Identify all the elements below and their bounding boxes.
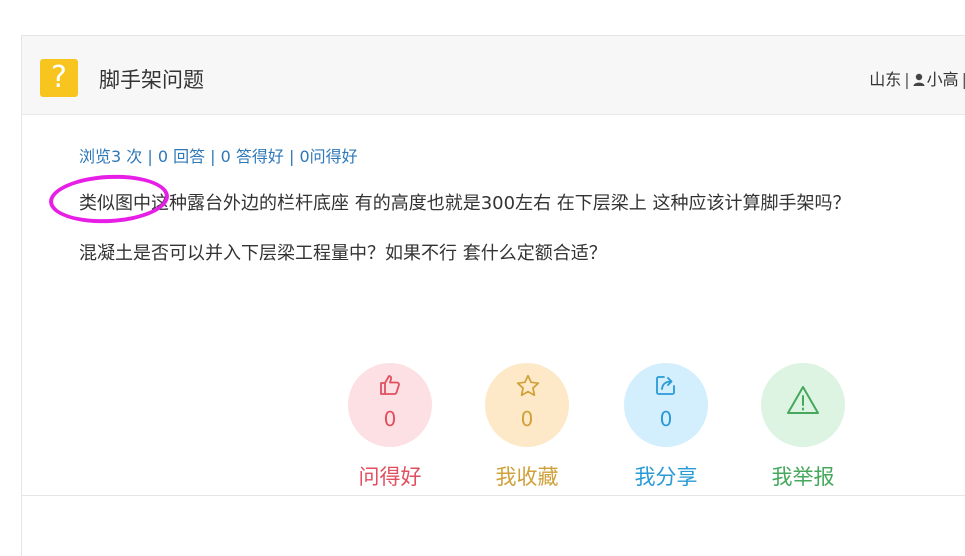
like-count: 0: [383, 407, 397, 431]
like-disc: 0: [348, 363, 432, 447]
separator: |: [961, 70, 965, 89]
question-title: 脚手架问题: [99, 68, 204, 92]
question-card: ? 脚手架问题 山东 | 小高 | 浏览3 次 | 0 回答 | 0 答得好 | 0问…: [21, 35, 965, 556]
question-body-line: 类似图中这种露台外边的栏杆底座 有的高度也就是300左右 在下层梁上 这种应该计…: [79, 193, 851, 214]
favorite-button[interactable]: 0 我收藏: [484, 363, 570, 491]
question-body-line: 混凝土是否可以并入下层梁工程量中？如果不行 套什么定额合适？: [79, 243, 607, 264]
question-icon: ?: [40, 59, 78, 97]
like-label: 问得好: [358, 465, 422, 489]
like-question-button[interactable]: 0 问得好: [347, 363, 433, 491]
location-link[interactable]: 山东: [869, 70, 901, 89]
question-header: ? 脚手架问题 山东 | 小高 |: [22, 36, 965, 115]
thumbs-up-icon: [378, 373, 402, 401]
share-disc: 0: [624, 363, 708, 447]
favorite-label: 我收藏: [495, 465, 559, 489]
share-label: 我分享: [634, 465, 698, 489]
share-button[interactable]: 0 我分享: [623, 363, 709, 491]
annotation-ellipse: [47, 171, 171, 227]
question-stats: 浏览3 次 | 0 回答 | 0 答得好 | 0问得好: [79, 147, 358, 166]
report-label: 我举报: [771, 465, 835, 489]
share-count: 0: [659, 407, 673, 431]
user-info: 山东 | 小高 |: [869, 66, 965, 90]
warning-icon: [786, 384, 820, 420]
favorite-disc: 0: [485, 363, 569, 447]
star-icon: [515, 373, 541, 403]
divider: [22, 495, 965, 496]
user-icon: [913, 71, 925, 90]
favorite-count: 0: [520, 407, 534, 431]
report-disc: [761, 363, 845, 447]
share-icon: [654, 373, 678, 401]
username-link[interactable]: 小高: [927, 70, 959, 89]
report-button[interactable]: 我举报: [760, 363, 846, 491]
separator: |: [904, 70, 910, 89]
